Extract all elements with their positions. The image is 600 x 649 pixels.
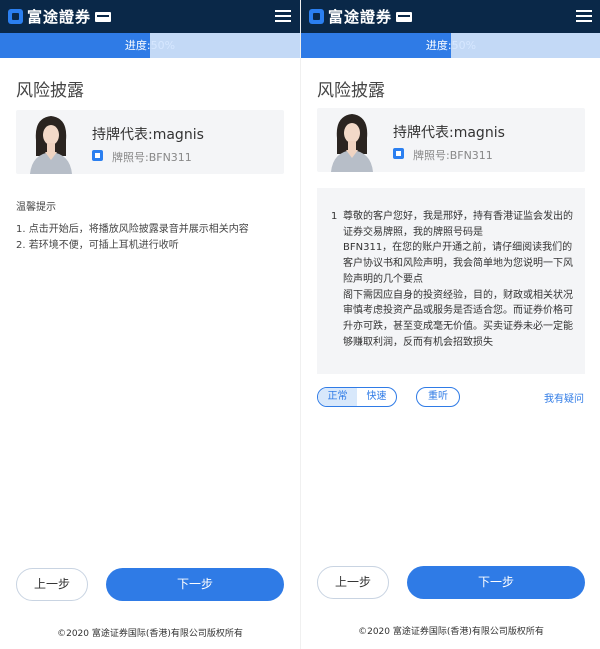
next-button[interactable]: 下一步	[106, 568, 284, 601]
agent-card: 持牌代表:magnis 牌照号:BFN311	[16, 110, 284, 174]
tips-title: 温馨提示	[16, 202, 56, 213]
prev-button[interactable]: 上一步	[317, 566, 389, 599]
header-bar: 富途證券	[0, 0, 300, 33]
brand-logo-icon	[8, 9, 23, 24]
tips-item: 2. 若环境不便，可插上耳机进行收听	[16, 240, 179, 251]
speed-normal-button[interactable]: 正常	[318, 388, 357, 406]
agent-license: 牌照号:BFN311	[413, 149, 493, 162]
question-link[interactable]: 我有疑问	[544, 390, 584, 405]
progress-bar: 进度:50%	[301, 33, 600, 58]
agent-name: 持牌代表:magnis	[92, 127, 204, 143]
agent-license: 牌照号:BFN311	[112, 151, 192, 164]
copyright-footer: ©2020 富途证券国际(香港)有限公司版权所有	[358, 627, 544, 637]
progress-text: 进度:50%	[301, 33, 600, 58]
next-button[interactable]: 下一步	[407, 566, 585, 599]
speed-fast-button[interactable]: 快速	[357, 388, 396, 406]
agent-name: 持牌代表:magnis	[393, 125, 505, 141]
license-icon	[393, 148, 404, 159]
disclosure-script[interactable]: 1 尊敬的客户您好，我是邢妤，持有香港证监会发出的证券交易牌照，我的牌照号码是 …	[317, 188, 585, 374]
screen-playback: 富途證券 进度:50% 风险披露 持牌代表:magnis 牌照号:BFN311 …	[300, 0, 600, 649]
progress-text: 进度:50%	[0, 33, 300, 58]
progress-label: 进度:	[124, 39, 151, 52]
replay-button[interactable]: 重听	[416, 387, 460, 407]
tips-item: 1. 点击开始后，将播放风险披露录音并展示相关内容	[16, 224, 249, 235]
brand-name: 富途證券	[27, 8, 92, 26]
brand-badge-icon	[95, 11, 112, 22]
avatar	[28, 110, 74, 174]
brand-badge-icon	[396, 11, 413, 22]
prev-button[interactable]: 上一步	[16, 568, 88, 601]
tips-section: 温馨提示 1. 点击开始后，将播放风险披露录音并展示相关内容 2. 若环境不便，…	[16, 200, 288, 254]
app-screens: 富途證券 进度:50% 风险披露 持牌代表:magnis 牌照号:BFN311 …	[0, 0, 600, 649]
speed-toggle: 正常 快速	[317, 387, 397, 407]
progress-bar: 进度:50%	[0, 33, 300, 58]
progress-value: 50%	[451, 39, 477, 52]
progress-label: 进度:	[425, 39, 452, 52]
copyright-footer: ©2020 富途证券国际(香港)有限公司版权所有	[57, 629, 243, 639]
agent-card: 持牌代表:magnis 牌照号:BFN311	[317, 108, 585, 172]
progress-value: 50%	[150, 39, 176, 52]
license-icon	[92, 150, 103, 161]
header-bar: 富途證券	[301, 0, 600, 33]
page-title: 风险披露	[16, 81, 84, 101]
menu-icon[interactable]	[275, 9, 291, 23]
menu-icon[interactable]	[576, 9, 592, 23]
brand-name: 富途證券	[328, 8, 393, 26]
page-title: 风险披露	[317, 81, 385, 101]
screen-intro: 富途證券 进度:50% 风险披露 持牌代表:magnis 牌照号:BFN311 …	[0, 0, 300, 649]
avatar	[329, 108, 375, 172]
brand-logo-icon	[309, 9, 324, 24]
script-number: 1	[331, 211, 338, 222]
script-text: 尊敬的客户您好，我是邢妤，持有香港证监会发出的证券交易牌照，我的牌照号码是 BF…	[343, 211, 573, 348]
